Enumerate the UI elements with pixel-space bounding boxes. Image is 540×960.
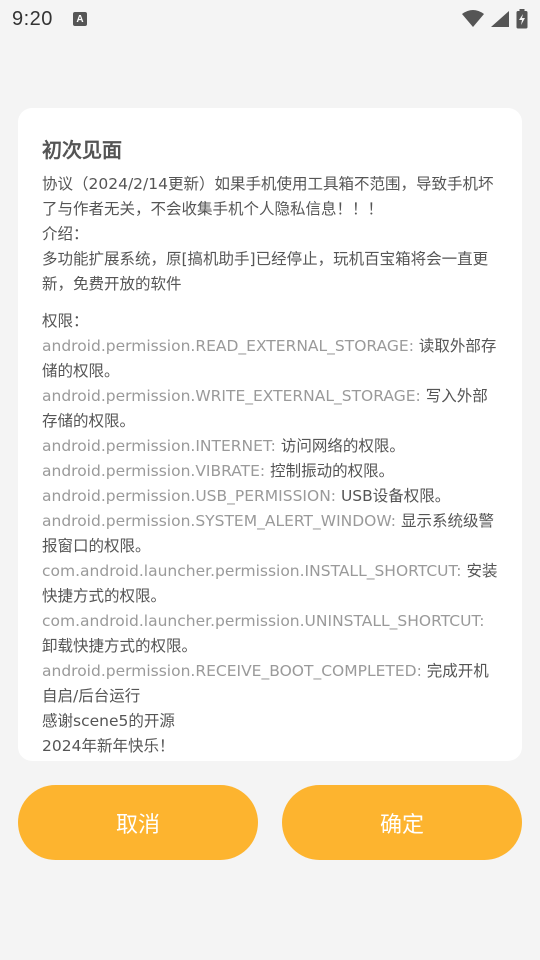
permission-item: android.permission.SYSTEM_ALERT_WINDOW: … — [42, 509, 502, 559]
permission-desc: 卸载快捷方式的权限。 — [42, 637, 198, 655]
dialog-body[interactable]: 协议（2024/2/14更新）如果手机使用工具箱不范围，导致手机坏了与作者无关，… — [42, 172, 502, 761]
intro-text: 多功能扩展系统，原[搞机助手]已经停止，玩机百宝箱将会一直更新，免费开放的软件 — [42, 250, 489, 293]
permission-name: com.android.launcher.permission.INSTALL_… — [42, 562, 462, 580]
battery-charging-icon — [516, 9, 528, 29]
permissions-header: 权限： — [42, 312, 89, 330]
permission-desc: 控制振动的权限。 — [265, 462, 395, 480]
permission-desc: 访问网络的权限。 — [275, 437, 405, 455]
signal-icon — [491, 11, 509, 27]
permission-name: android.permission.READ_EXTERNAL_STORAGE… — [42, 337, 414, 355]
permission-name: android.permission.INTERNET: — [42, 437, 276, 455]
permission-item: android.permission.WRITE_EXTERNAL_STORAG… — [42, 384, 502, 434]
permission-name: android.permission.VIBRATE: — [42, 462, 266, 480]
permission-name: com.android.launcher.permission.UNINSTAL… — [42, 612, 485, 630]
permission-item: android.permission.USB_PERMISSION: USB设备… — [42, 484, 502, 509]
wifi-icon — [462, 10, 484, 27]
notification-a-icon: A — [72, 12, 87, 26]
new-year-text: 2024年新年快乐！ — [42, 737, 175, 755]
permission-item: android.permission.INTERNET: 访问网络的权限。 — [42, 434, 502, 459]
permission-item: android.permission.RECEIVE_BOOT_COMPLETE… — [42, 659, 502, 709]
permission-name: android.permission.WRITE_EXTERNAL_STORAG… — [42, 387, 421, 405]
cancel-button[interactable]: 取消 — [18, 785, 258, 860]
permission-item: android.permission.VIBRATE: 控制振动的权限。 — [42, 459, 502, 484]
agreement-text: 协议（2024/2/14更新）如果手机使用工具箱不范围，导致手机坏了与作者无关，… — [42, 175, 494, 218]
permission-item: com.android.launcher.permission.INSTALL_… — [42, 559, 502, 609]
confirm-button[interactable]: 确定 — [282, 785, 522, 860]
status-icons — [462, 9, 528, 29]
permission-name: android.permission.SYSTEM_ALERT_WINDOW: — [42, 512, 397, 530]
agreement-dialog: 初次见面 协议（2024/2/14更新）如果手机使用工具箱不范围，导致手机坏了与… — [18, 108, 522, 761]
thanks-text: 感谢scene5的开源 — [42, 712, 175, 730]
status-time: 9:20 — [12, 7, 53, 30]
dialog-title: 初次见面 — [42, 138, 122, 162]
permission-name: android.permission.USB_PERMISSION: — [42, 487, 337, 505]
permission-item: android.permission.READ_EXTERNAL_STORAGE… — [42, 334, 502, 384]
permission-item: com.android.launcher.permission.UNINSTAL… — [42, 609, 502, 659]
permission-desc: USB设备权限。 — [336, 487, 451, 505]
permission-name: android.permission.RECEIVE_BOOT_COMPLETE… — [42, 662, 422, 680]
intro-label: 介绍： — [42, 225, 89, 243]
status-bar: 9:20 A — [0, 0, 540, 38]
